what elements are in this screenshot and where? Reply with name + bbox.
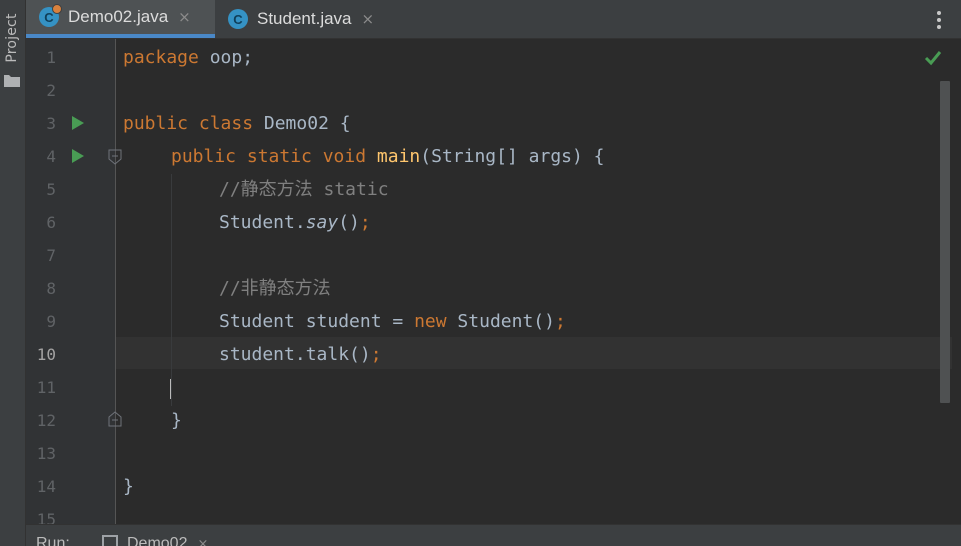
run-config-tab[interactable]: Demo02 × <box>102 531 208 546</box>
tab-label: Demo02.java <box>68 7 169 26</box>
line-number: 11 <box>36 378 56 397</box>
code-line-9: Student student = new Student(); <box>219 311 566 332</box>
line-number: 7 <box>46 246 56 265</box>
indent-guide <box>171 174 172 406</box>
line-number: 1 <box>46 48 56 67</box>
tab-label: Student.java <box>257 9 352 28</box>
code-line-10: student.talk(); <box>219 344 382 365</box>
run-label: Run: <box>36 535 70 546</box>
scrollbar-thumb[interactable] <box>940 81 950 403</box>
run-class-icon[interactable] <box>72 116 84 130</box>
line-number: 14 <box>36 477 56 496</box>
run-tool-window-header: Run: Demo02 × <box>26 524 961 546</box>
folder-icon[interactable] <box>3 73 21 88</box>
tab-student-java[interactable]: C Student.java × <box>215 0 393 38</box>
code-line-12: } <box>171 410 182 431</box>
ok-check-icon[interactable] <box>924 50 942 66</box>
code-line-6: Student.say(); <box>219 212 371 233</box>
code-line-5-comment: //静态方法 static <box>219 179 389 200</box>
console-icon <box>102 535 118 546</box>
more-options-icon[interactable] <box>935 10 943 30</box>
text-caret <box>170 379 171 399</box>
fold-end-icon[interactable] <box>108 411 122 427</box>
line-number-current: 10 <box>36 345 56 364</box>
line-number: 13 <box>36 444 56 463</box>
line-number: 8 <box>46 279 56 298</box>
project-tool-button[interactable]: Project <box>2 8 22 68</box>
line-number: 9 <box>46 312 56 331</box>
code-editor[interactable]: 1 2 3 4 5 6 7 8 9 10 11 12 13 14 15 pack… <box>26 39 961 524</box>
line-number: 2 <box>46 81 56 100</box>
tab-demo02-java[interactable]: C Demo02.java × <box>26 0 215 38</box>
code-line-3: public class Demo02 { <box>123 113 351 134</box>
editor-tab-bar: C Demo02.java × C Student.java × <box>26 0 961 39</box>
line-number: 15 <box>36 510 56 524</box>
code-line-8-comment: //非静态方法 <box>219 278 331 299</box>
java-class-icon: C <box>228 9 248 29</box>
close-tab-icon[interactable]: × <box>178 8 191 26</box>
line-number: 6 <box>46 213 56 232</box>
run-tab-label: Demo02 <box>127 535 188 546</box>
code-line-1: package oop; <box>123 47 254 68</box>
line-number: 4 <box>46 147 56 166</box>
line-number: 5 <box>46 180 56 199</box>
close-tab-icon[interactable]: × <box>362 10 375 28</box>
tool-window-strip: Project <box>0 0 26 546</box>
close-run-tab-icon[interactable]: × <box>197 537 208 546</box>
code-line-4: public static void main(String[] args) { <box>171 146 605 167</box>
line-number: 12 <box>36 411 56 430</box>
java-class-icon: C <box>39 4 62 27</box>
code-line-14: } <box>123 476 134 497</box>
project-tool-label: Project <box>4 13 20 63</box>
run-main-icon[interactable] <box>72 149 84 163</box>
line-number: 3 <box>46 114 56 133</box>
fold-collapse-icon[interactable] <box>108 149 122 165</box>
